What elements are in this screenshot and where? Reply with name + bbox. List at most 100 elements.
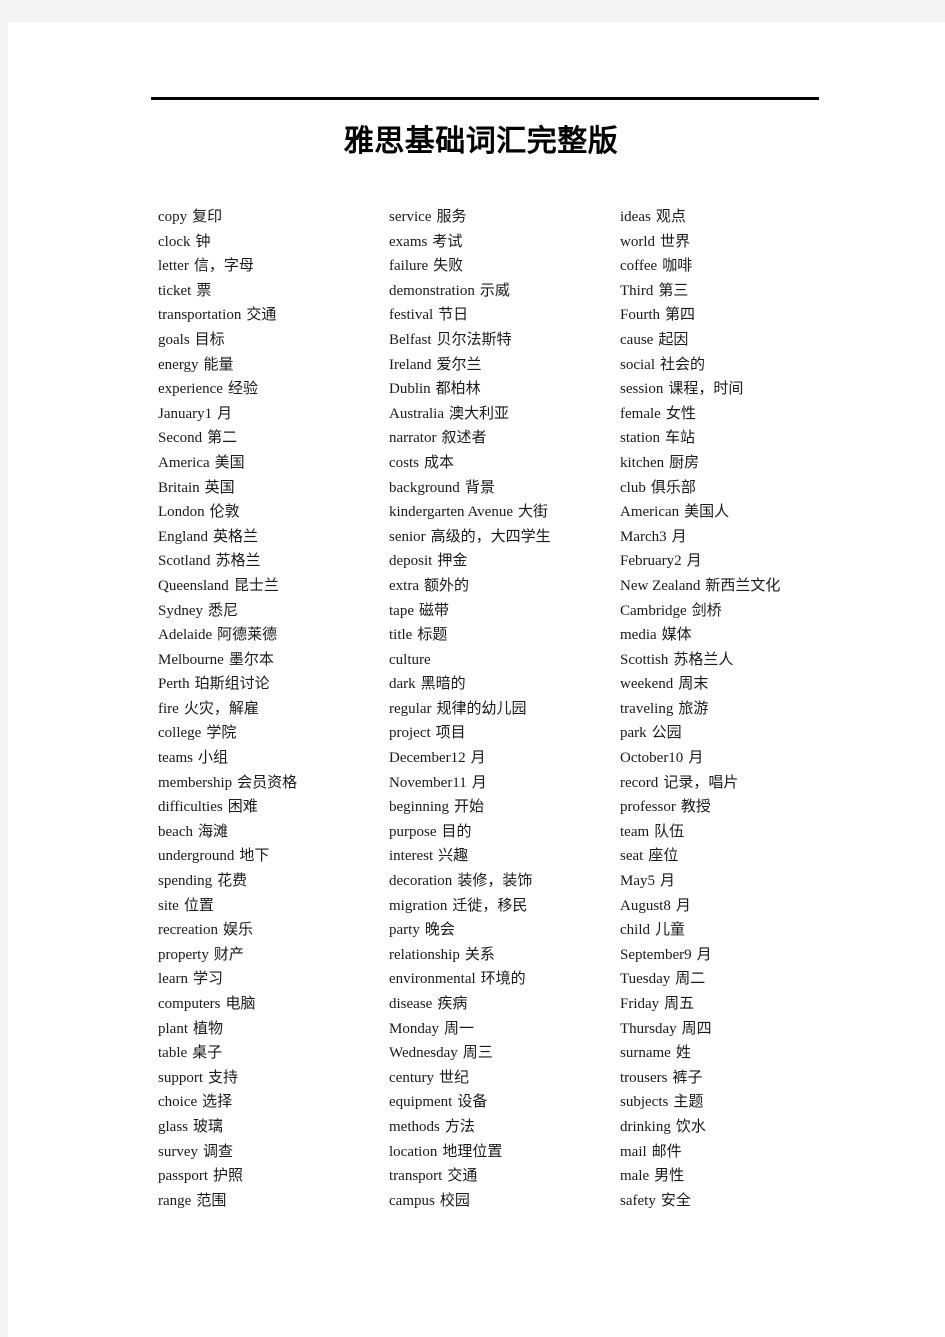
vocabulary-gloss: 植物	[193, 1020, 224, 1037]
vocabulary-entry: beginning 开始	[389, 795, 620, 820]
vocabulary-gloss: 周一	[444, 1020, 475, 1037]
vocabulary-gloss: 世纪	[438, 1069, 469, 1086]
vocabulary-entry: Perth 珀斯组讨论	[158, 672, 389, 697]
vocabulary-gloss: 裤子	[672, 1069, 703, 1086]
vocabulary-term: September9	[620, 946, 692, 963]
vocabulary-gloss: 队伍	[654, 823, 685, 840]
vocabulary-gloss: 第三	[658, 282, 689, 299]
vocabulary-entry: support 支持	[158, 1066, 389, 1091]
vocabulary-term: party	[389, 922, 420, 939]
vocabulary-entry: energy 能量	[158, 353, 389, 378]
vocabulary-gloss: 设备	[457, 1094, 488, 1111]
vocabulary-entry: professor 教授	[620, 795, 851, 820]
vocabulary-entry: festival 节日	[389, 303, 620, 328]
vocabulary-gloss: 装修，装饰	[457, 873, 533, 890]
vocabulary-gloss: 阿德莱德	[217, 627, 278, 644]
vocabulary-gloss: 背景	[464, 479, 495, 496]
vocabulary-term: experience	[158, 381, 223, 398]
vocabulary-entry: Belfast 贝尔法斯特	[389, 328, 620, 353]
vocabulary-term: drinking	[620, 1118, 671, 1135]
vocabulary-gloss: 苏格兰	[215, 553, 261, 570]
vocabulary-entry: Scottish 苏格兰人	[620, 648, 851, 673]
vocabulary-entry: coffee 咖啡	[620, 254, 851, 279]
vocabulary-entry: college 学院	[158, 721, 389, 746]
vocabulary-term: male	[620, 1168, 650, 1185]
vocabulary-gloss: 周二	[675, 971, 706, 988]
vocabulary-entry: Tuesday 周二	[620, 967, 851, 992]
vocabulary-gloss: 服务	[436, 209, 467, 225]
vocabulary-gloss: 月	[696, 946, 712, 963]
vocabulary-term: environmental	[389, 971, 476, 988]
vocabulary-gloss: 周四	[681, 1020, 712, 1037]
vocabulary-term: energy	[158, 356, 199, 373]
vocabulary-entry: park 公园	[620, 721, 851, 746]
vocabulary-gloss: 记录，唱片	[663, 774, 739, 791]
column-2: service 服务 exams 考试 failure 失败 demonstration 示威…	[389, 205, 620, 1213]
vocabulary-entry: century 世纪	[389, 1066, 620, 1091]
vocabulary-term: safety	[620, 1192, 656, 1209]
vocabulary-term: beginning	[389, 799, 449, 816]
vocabulary-term: station	[620, 430, 660, 447]
vocabulary-entry: London 伦敦	[158, 500, 389, 525]
vocabulary-gloss: 疾病	[437, 996, 468, 1012]
vocabulary-gloss: 黑暗的	[420, 676, 466, 693]
vocabulary-entry: Scotland 苏格兰	[158, 549, 389, 574]
vocabulary-entry: Dublin 都柏林	[389, 377, 620, 402]
document-page: 雅思基础词汇完整版 copy 复印 clock 钟 letter 信，字母 ticket 票 t…	[8, 22, 945, 1337]
vocabulary-gloss: 范围	[196, 1192, 227, 1209]
vocabulary-gloss: 座位	[648, 848, 679, 865]
vocabulary-term: spending	[158, 873, 213, 890]
vocabulary-gloss: 目的	[441, 823, 472, 840]
vocabulary-term: teams	[158, 750, 193, 767]
vocabulary-gloss: 学习	[192, 971, 223, 988]
vocabulary-term: extra	[389, 577, 419, 594]
vocabulary-term: goals	[158, 331, 190, 348]
vocabulary-gloss: 爱尔兰	[436, 356, 482, 373]
vocabulary-gloss: 磁带	[418, 602, 449, 619]
vocabulary-gloss: 示威	[479, 282, 510, 299]
vocabulary-entry: computers 电脑	[158, 992, 389, 1017]
vocabulary-gloss: 调查	[203, 1143, 234, 1160]
vocabulary-gloss: 社会的	[660, 356, 706, 373]
vocabulary-gloss: 周五	[664, 996, 695, 1012]
vocabulary-term: surname	[620, 1045, 671, 1062]
vocabulary-term: disease	[389, 996, 433, 1012]
vocabulary-gloss: 月	[471, 774, 487, 791]
vocabulary-term: exams	[389, 233, 428, 250]
vocabulary-entry: difficulties 困难	[158, 795, 389, 820]
vocabulary-term: support	[158, 1069, 203, 1086]
vocabulary-gloss: 桌子	[192, 1045, 223, 1062]
vocabulary-term: team	[620, 823, 650, 840]
vocabulary-gloss: 饮水	[675, 1118, 706, 1135]
vocabulary-term: plant	[158, 1020, 188, 1037]
vocabulary-term: traveling	[620, 700, 674, 717]
vocabulary-term: March3	[620, 528, 667, 545]
vocabulary-entry: interest 兴趣	[389, 844, 620, 869]
vocabulary-entry: transport 交通	[389, 1164, 620, 1189]
vocabulary-term: property	[158, 946, 209, 963]
vocabulary-entry: disease 疾病	[389, 992, 620, 1017]
vocabulary-gloss: 小组	[198, 750, 229, 767]
vocabulary-term: Thursday	[620, 1020, 677, 1037]
vocabulary-term: subjects	[620, 1094, 669, 1111]
vocabulary-term: dark	[389, 676, 416, 693]
vocabulary-term: culture	[389, 651, 431, 668]
vocabulary-term: project	[389, 725, 431, 742]
vocabulary-entry: regular 规律的幼儿园	[389, 697, 620, 722]
vocabulary-entry: male 男性	[620, 1164, 851, 1189]
vocabulary-term: transportation	[158, 307, 242, 324]
vocabulary-term: Dublin	[389, 381, 431, 398]
vocabulary-gloss: 媒体	[661, 627, 692, 644]
vocabulary-term: club	[620, 479, 646, 496]
vocabulary-term: London	[158, 504, 205, 521]
vocabulary-entry: March3 月	[620, 525, 851, 550]
vocabulary-gloss: 男性	[654, 1168, 685, 1185]
vocabulary-term: October10	[620, 750, 684, 767]
vocabulary-gloss: 剑桥	[691, 602, 722, 619]
vocabulary-gloss: 考试	[432, 233, 463, 250]
vocabulary-gloss: 困难	[227, 799, 258, 816]
vocabulary-gloss: 钟	[195, 233, 211, 250]
vocabulary-term: costs	[389, 454, 419, 471]
vocabulary-entry: trousers 裤子	[620, 1066, 851, 1091]
vocabulary-term: New Zealand	[620, 577, 701, 594]
